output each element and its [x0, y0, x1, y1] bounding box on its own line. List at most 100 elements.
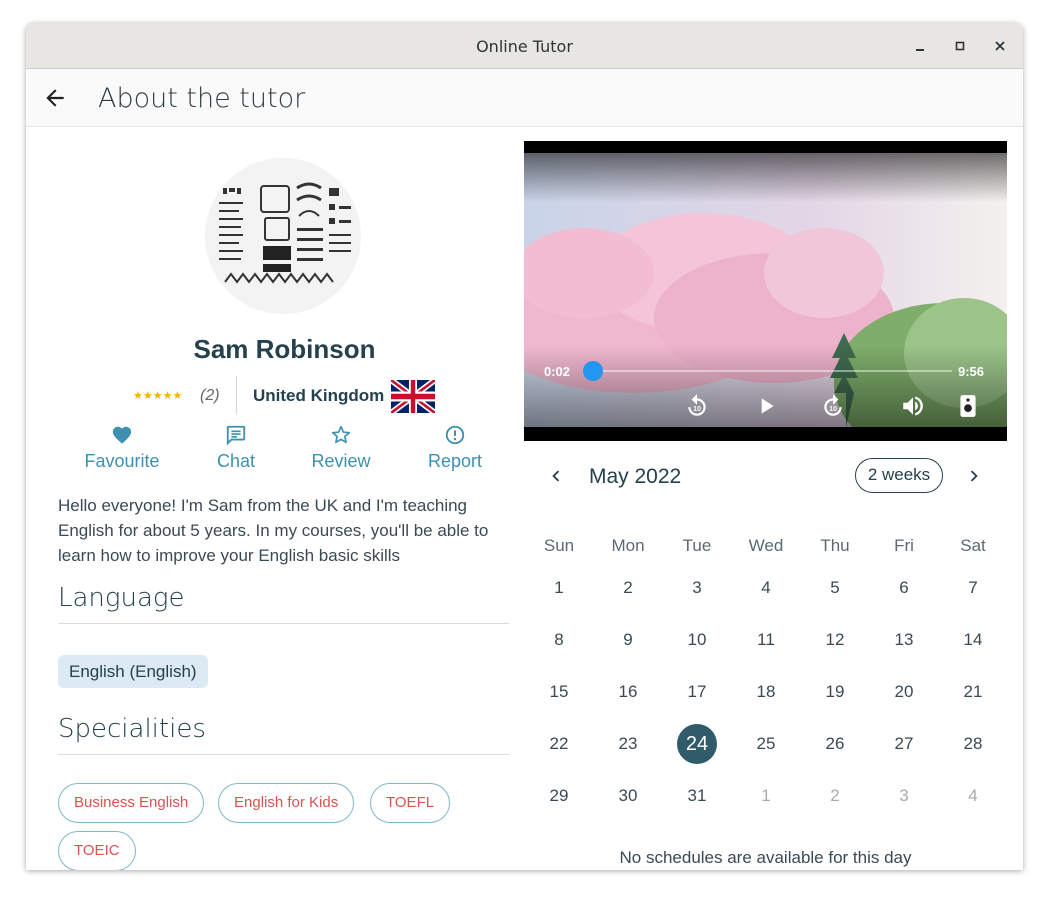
weekday-label: Sat	[960, 536, 986, 555]
divider	[236, 376, 237, 414]
maximize-icon	[955, 41, 965, 51]
calendar-day[interactable]: 21	[953, 672, 993, 712]
calendar-day-selected[interactable]: 24	[677, 724, 717, 764]
calendar-day[interactable]: 9	[608, 620, 648, 660]
rating-stars: ★★★★★	[133, 390, 183, 402]
tutor-name: Sam Robinson	[193, 334, 376, 364]
range-toggle-button[interactable]: 2 weeks	[855, 458, 943, 493]
calendar-day[interactable]: 11	[746, 620, 786, 660]
prev-month-button[interactable]	[545, 465, 567, 487]
speciality-chip[interactable]: TOEIC	[58, 831, 136, 870]
calendar-day[interactable]: 28	[953, 724, 993, 764]
speciality-chip[interactable]: English for Kids	[218, 783, 355, 823]
next-month-button[interactable]	[963, 465, 985, 487]
calendar-day[interactable]: 29	[539, 776, 579, 816]
video-current-time: 0:02	[544, 364, 571, 379]
calendar-header: May 2022 2 weeks	[524, 457, 1007, 497]
maximize-button[interactable]	[949, 35, 971, 57]
weekday-label: Fri	[894, 536, 914, 555]
speaker-settings-button[interactable]	[955, 393, 981, 419]
review-label: Review	[311, 451, 371, 471]
replay-10-button[interactable]: 10	[684, 393, 710, 419]
calendar-day[interactable]: 17	[677, 672, 717, 712]
svg-text:10: 10	[693, 406, 701, 413]
calendar-day[interactable]: 31	[677, 776, 717, 816]
close-button[interactable]	[989, 35, 1011, 57]
chevron-left-icon	[552, 470, 560, 482]
calendar-day[interactable]: 27	[884, 724, 924, 764]
avatar	[205, 158, 361, 314]
calendar-day[interactable]: 2	[608, 568, 648, 608]
volume-icon	[903, 396, 923, 416]
video-progress-thumb[interactable]	[583, 361, 604, 381]
volume-button[interactable]	[900, 393, 926, 419]
speciality-chip[interactable]: Business English	[58, 783, 205, 823]
chevron-right-icon	[970, 470, 978, 482]
calendar-day[interactable]: 16	[608, 672, 648, 712]
svg-text:10: 10	[829, 406, 837, 413]
calendar-day[interactable]: 1	[539, 568, 579, 608]
calendar-day[interactable]: 1	[746, 776, 786, 816]
report-button[interactable]: Report	[424, 424, 486, 472]
play-button[interactable]	[753, 393, 779, 419]
calendar-day[interactable]: 7	[953, 568, 993, 608]
chat-button[interactable]: Chat	[210, 424, 262, 472]
tutor-profile: Sam Robinson ★★★★★ (2) United Kingdom Fa…	[26, 127, 524, 870]
video-frame	[524, 153, 1007, 427]
calendar-day[interactable]: 14	[953, 620, 993, 660]
uk-flag-icon	[391, 380, 435, 413]
speciality-chip[interactable]: TOEFL	[370, 783, 451, 823]
favourite-label: Favourite	[84, 451, 160, 471]
minimize-button[interactable]	[909, 35, 931, 57]
calendar-day[interactable]: 30	[608, 776, 648, 816]
window-title: Online Tutor	[476, 37, 573, 56]
calendar-day[interactable]: 6	[884, 568, 924, 608]
app-window: Online Tutor About the tutor Sam Robinso…	[26, 23, 1023, 870]
minimize-icon	[916, 49, 924, 51]
heart-icon	[112, 426, 132, 444]
calendar-day[interactable]: 12	[815, 620, 855, 660]
calendar-day[interactable]: 19	[815, 672, 855, 712]
language-divider	[58, 623, 509, 624]
back-button[interactable]	[42, 85, 68, 111]
title-bar: Online Tutor	[26, 23, 1023, 69]
calendar-day[interactable]: 15	[539, 672, 579, 712]
replay-10-icon: 10	[688, 394, 706, 416]
calendar-day[interactable]: 3	[677, 568, 717, 608]
video-thumbnail	[524, 153, 1007, 427]
calendar-day[interactable]: 2	[815, 776, 855, 816]
video-player[interactable]: 0:02 9:56 10 10	[524, 141, 1007, 441]
calendar-day[interactable]: 20	[884, 672, 924, 712]
arrow-back-icon	[46, 89, 64, 107]
language-chip: English (English)	[58, 655, 208, 688]
calendar-day[interactable]: 13	[884, 620, 924, 660]
report-label: Report	[427, 451, 483, 471]
chat-label: Chat	[216, 451, 256, 471]
calendar-day[interactable]: 18	[746, 672, 786, 712]
specialities-heading: Specialities	[58, 714, 206, 744]
chat-icon	[226, 425, 246, 446]
rating-count: (2)	[200, 387, 220, 404]
no-schedule-message: No schedules are available for this day	[619, 848, 912, 867]
play-icon	[761, 398, 774, 414]
review-button[interactable]: Review	[310, 424, 372, 472]
report-icon	[445, 425, 465, 445]
specialities-divider	[58, 754, 509, 755]
calendar-day[interactable]: 8	[539, 620, 579, 660]
forward-10-button[interactable]: 10	[820, 393, 846, 419]
weekday-label: Wed	[748, 536, 784, 555]
weekday-label: Tue	[682, 536, 712, 555]
favourite-button[interactable]: Favourite	[82, 424, 162, 472]
app-bar: About the tutor	[26, 69, 1023, 127]
calendar-day[interactable]: 26	[815, 724, 855, 764]
calendar-day[interactable]: 22	[539, 724, 579, 764]
calendar-day[interactable]: 10	[677, 620, 717, 660]
calendar-day[interactable]: 5	[815, 568, 855, 608]
calendar-day[interactable]: 3	[884, 776, 924, 816]
calendar-day[interactable]: 25	[746, 724, 786, 764]
video-progress-track[interactable]	[592, 370, 952, 372]
calendar-day[interactable]: 4	[953, 776, 993, 816]
weekday-label: Thu	[820, 536, 850, 555]
calendar-day[interactable]: 4	[746, 568, 786, 608]
calendar-day[interactable]: 23	[608, 724, 648, 764]
